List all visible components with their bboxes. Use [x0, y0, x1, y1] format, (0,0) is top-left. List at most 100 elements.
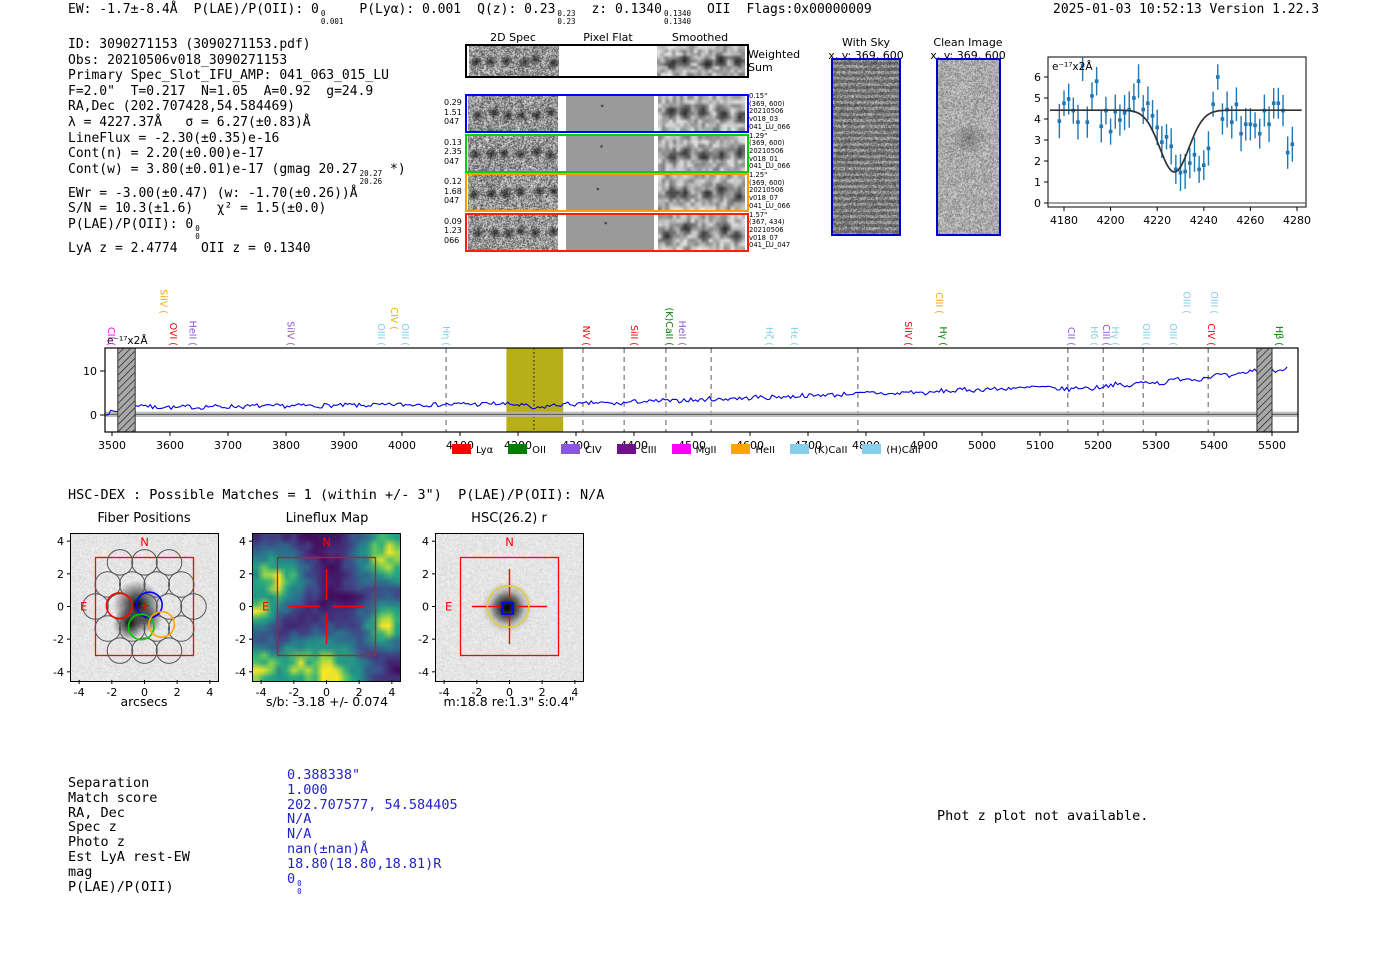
match-label-6: mag: [68, 863, 93, 880]
row-right-info-2: 1.25" (369, 600) 20210506 v018_07 041_LU_066: [749, 171, 791, 210]
header-segment-1: P(LAE)/P(OII): 0: [193, 2, 319, 17]
match-label-7: P(LAE)/P(OII): [68, 878, 174, 895]
row-smoothed-image: [658, 135, 745, 171]
match-value-1: 1.000: [287, 781, 328, 798]
spec2d-row-2: [465, 173, 749, 212]
match-value-6: 18.80(18.80,18.81)R: [287, 855, 442, 872]
legend-swatch: [731, 444, 751, 454]
info-line-4: RA,Dec (202.707428,54.584469): [68, 99, 295, 115]
legend-item-OII: OII: [508, 444, 546, 456]
row-left-stats-3: 0.09 1.23 066: [444, 216, 462, 245]
line-fit-plot: 4180 4200 4220 4240 4260 4280 0 1 2 3 4 5 6 e⁻¹⁷x2Å: [1034, 56, 1311, 227]
svg-text:2: 2: [1034, 155, 1041, 168]
info-line-10: S/N = 10.3(±1.6) χ² = 1.5(±0.0): [68, 201, 327, 217]
svg-text:-2: -2: [418, 633, 429, 646]
hsc-dex-match-line: HSC-DEX : Possible Matches = 1 (within +…: [68, 487, 605, 503]
col-title-pixelflat: Pixel Flat: [583, 31, 633, 44]
stacked-fraction: 00: [297, 878, 302, 896]
svg-text:4000: 4000: [388, 439, 416, 452]
line-label-Hε: Hε (: [788, 327, 799, 346]
row-smoothed-image: [658, 214, 745, 250]
stacked-fraction: 0.23 0.23: [557, 9, 576, 26]
hsc-cutout-xlabel: m:18.8 re:1.3" s:0.4": [443, 694, 575, 709]
line-label-SiIV: SiIV (: [285, 321, 296, 346]
legend-item-Lyα: Lyα: [452, 444, 493, 456]
svg-text:1: 1: [1034, 176, 1041, 189]
line-label-Hγ: Hγ (: [1109, 327, 1120, 347]
photz-notice: Phot z plot not available.: [937, 808, 1149, 824]
match-value-2: 202.707577, 54.584405: [287, 796, 458, 813]
line-label-CIV: CIV (: [1205, 323, 1216, 346]
legend-item-(H)CaII: (H)CaII: [862, 444, 921, 456]
row-2dspec-image: [468, 175, 558, 210]
weighted-smoothed-image: [657, 46, 745, 76]
elixer-report-page: { "header": { "segments": [ {"text": "EW…: [0, 0, 1400, 953]
match-label-5: Est LyA rest-EW: [68, 849, 190, 865]
match-value-5: nan(±nan)Å: [287, 841, 369, 857]
svg-text:4: 4: [422, 535, 429, 548]
row-pixelflat-image: [566, 96, 654, 131]
info-line-2: Primary Spec_Slot_IFU_AMP: 041_063_015_L…: [68, 68, 389, 84]
line-label-(K)CaII: (K)CaII (: [663, 308, 674, 346]
line-label-CII: CII (: [1065, 327, 1076, 346]
svg-text:5300: 5300: [1142, 439, 1170, 452]
line-label-CII: CII (: [105, 327, 116, 346]
legend-swatch: [790, 444, 810, 454]
line-label-CIII: CIII (: [933, 292, 944, 314]
col-title-2dspec: 2D Spec: [490, 31, 536, 44]
legend-swatch: [671, 444, 691, 454]
line-label-SiII: SiII (: [628, 325, 639, 346]
weighted-sum-label: Weighted Sum: [748, 48, 801, 74]
svg-text:5200: 5200: [1084, 439, 1112, 452]
svg-text:2: 2: [239, 568, 246, 581]
match-value-0: 0.388338": [287, 767, 361, 783]
withsky-title-text: With Sky: [842, 36, 890, 49]
row-right-info-3: 1.57" (367, 434) 20210506 v018_07 041_LU_047: [749, 210, 791, 250]
line-label-OIII: OIII (: [1167, 323, 1178, 346]
svg-text:5000: 5000: [968, 439, 996, 452]
svg-text:2: 2: [422, 568, 429, 581]
svg-text:-4: -4: [74, 686, 85, 699]
svg-text:N: N: [140, 535, 149, 549]
svg-text:3700: 3700: [214, 439, 242, 452]
header-summary-line: EW: -1.7±-8.4Å P(LAE)/P(OII): 0 0 0.001 P(Ly…: [68, 2, 888, 26]
svg-text:0: 0: [239, 601, 246, 614]
svg-text:0: 0: [422, 601, 429, 614]
timestamp-version: 2025-01-03 10:52:13 Version 1.22.3: [1053, 2, 1320, 17]
spec2d-row-0: [465, 94, 749, 133]
legend-item-MgII: MgII: [671, 444, 716, 456]
svg-text:-4: -4: [53, 666, 64, 679]
row-right-info-1: 1.29" (369, 600) 20210506 v018_01 041_LU_066: [749, 131, 791, 171]
spectrum-legend: Lyα OII CIV CIII MgII HeII (K)CaII (H)CaII: [452, 444, 921, 456]
stacked-fraction: 20.27 20.26: [359, 168, 383, 186]
svg-text:4280: 4280: [1283, 214, 1311, 227]
withsky-image-frame: [831, 58, 901, 236]
lineflux-map-xlabel: s/b: -3.18 +/- 0.074: [265, 694, 389, 709]
legend-swatch: [452, 444, 471, 454]
line-label-Hζ: Hζ (: [763, 327, 774, 346]
detection-info-block: ID: 3090271153 (3090271153.pdf) Obs: 2021…: [68, 37, 406, 257]
legend-swatch: [862, 444, 882, 454]
match-label-4: Photo z: [68, 834, 125, 851]
svg-text:2: 2: [174, 686, 181, 699]
stacked-fraction: 0 0.001: [320, 9, 344, 26]
line-label-OIII: OIII (: [375, 323, 386, 346]
info-line-0: ID: 3090271153 (3090271153.pdf): [68, 37, 311, 52]
row-left-stats-1: 0.13 2.35 047: [444, 137, 462, 166]
svg-text:-2: -2: [53, 633, 64, 646]
svg-text:5100: 5100: [1026, 439, 1054, 452]
row-smoothed-image: [658, 96, 745, 131]
stacked-fraction: 00: [195, 223, 200, 241]
clean-image: [938, 60, 999, 234]
match-value-3: N/A: [287, 811, 312, 828]
svg-text:4260: 4260: [1236, 214, 1264, 227]
row-left-stats-2: 0.12 1.68 047: [444, 177, 462, 205]
svg-text:3900: 3900: [330, 439, 358, 452]
weighted-2dspec-image: [469, 46, 559, 76]
legend-item-CIV: CIV: [560, 444, 602, 456]
svg-text:E: E: [445, 600, 452, 614]
header-segment-5: OII: [707, 2, 731, 17]
svg-text:5500: 5500: [1258, 439, 1286, 452]
svg-text:6: 6: [1034, 71, 1041, 84]
line-label-OIII: OIII (: [399, 323, 410, 346]
